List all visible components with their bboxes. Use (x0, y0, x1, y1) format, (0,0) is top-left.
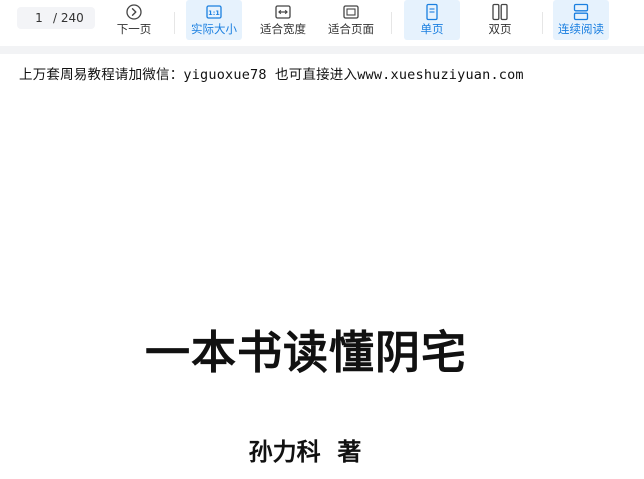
one-to-one-icon: 1:1 (206, 5, 222, 19)
total-pages: / 240 (53, 11, 84, 25)
current-page-number[interactable]: 1 (33, 7, 45, 29)
stacked-pages-icon (573, 3, 589, 21)
toolbar-divider (542, 12, 543, 34)
book-title: 一本书读懂阴宅 (144, 326, 467, 379)
double-page-label: 双页 (488, 22, 512, 36)
fit-page-label: 适合页面 (328, 22, 374, 36)
single-page-button[interactable]: 单页 (404, 0, 460, 40)
double-page-button[interactable]: 双页 (472, 0, 528, 40)
next-page-button[interactable]: 下一页 (108, 0, 160, 40)
fit-width-button[interactable]: 适合宽度 (254, 0, 312, 40)
next-page-label: 下一页 (116, 22, 152, 36)
page-gutter (0, 46, 644, 54)
single-page-label: 单页 (420, 22, 444, 36)
circle-chevron-right-icon (126, 4, 142, 20)
toolbar-divider (391, 12, 392, 34)
toolbar-divider (174, 12, 175, 34)
document-page: 上万套周易教程请加微信：yiguoxue78 也可直接进入www.xueshuz… (0, 54, 644, 479)
two-columns-icon (492, 3, 508, 21)
single-page-icon (426, 3, 438, 21)
fit-width-label: 适合宽度 (260, 22, 306, 36)
book-author: 孙力科 著 (248, 437, 362, 466)
watermark-notice: 上万套周易教程请加微信：yiguoxue78 也可直接进入www.xueshuz… (19, 67, 524, 83)
continuous-read-button[interactable]: 连续阅读 (553, 0, 609, 40)
actual-size-button[interactable]: 1:1 实际大小 (186, 0, 242, 40)
reader-toolbar: 1 / 240 下一页 1:1 实际大小 适合宽度 适合页面 单页 双页 连续阅… (0, 0, 644, 46)
fit-page-button[interactable]: 适合页面 (322, 0, 380, 40)
horizontal-arrows-icon (275, 5, 291, 19)
page-counter[interactable]: 1 / 240 (17, 7, 95, 29)
continuous-read-label: 连续阅读 (558, 22, 604, 36)
svg-text:1:1: 1:1 (208, 9, 220, 17)
actual-size-label: 实际大小 (191, 22, 237, 36)
page-frame-icon (343, 5, 359, 19)
